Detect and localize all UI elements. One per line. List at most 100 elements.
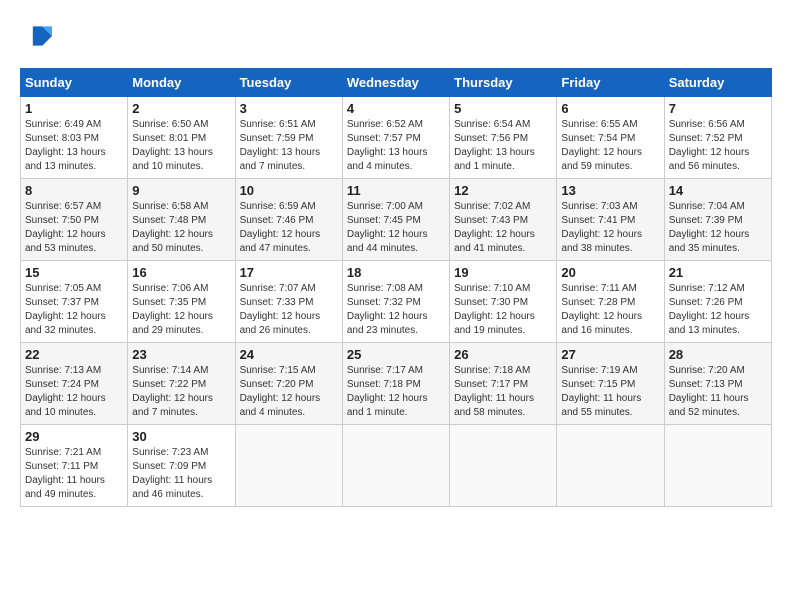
day-info: Sunrise: 7:11 AMSunset: 7:28 PMDaylight:… xyxy=(561,282,659,338)
day-info: Sunrise: 6:59 AMSunset: 7:46 PMDaylight:… xyxy=(240,200,338,256)
day-info: Sunrise: 7:02 AMSunset: 7:43 PMDaylight:… xyxy=(454,200,552,256)
table-row: 21 Sunrise: 7:12 AMSunset: 7:26 PMDaylig… xyxy=(664,261,771,343)
calendar-row-5: 29 Sunrise: 7:21 AMSunset: 7:11 PMDaylig… xyxy=(21,425,772,507)
day-number: 25 xyxy=(347,347,445,362)
day-info: Sunrise: 6:57 AMSunset: 7:50 PMDaylight:… xyxy=(25,200,123,256)
calendar-header-row: Sunday Monday Tuesday Wednesday Thursday… xyxy=(21,69,772,97)
table-row: 18 Sunrise: 7:08 AMSunset: 7:32 PMDaylig… xyxy=(342,261,449,343)
day-info: Sunrise: 7:20 AMSunset: 7:13 PMDaylight:… xyxy=(669,364,767,420)
day-number: 11 xyxy=(347,183,445,198)
day-info: Sunrise: 7:23 AMSunset: 7:09 PMDaylight:… xyxy=(132,446,230,502)
calendar-row-1: 1 Sunrise: 6:49 AMSunset: 8:03 PMDayligh… xyxy=(21,97,772,179)
table-row: 24 Sunrise: 7:15 AMSunset: 7:20 PMDaylig… xyxy=(235,343,342,425)
table-row: 15 Sunrise: 7:05 AMSunset: 7:37 PMDaylig… xyxy=(21,261,128,343)
table-row: 22 Sunrise: 7:13 AMSunset: 7:24 PMDaylig… xyxy=(21,343,128,425)
table-row: 30 Sunrise: 7:23 AMSunset: 7:09 PMDaylig… xyxy=(128,425,235,507)
day-info: Sunrise: 6:50 AMSunset: 8:01 PMDaylight:… xyxy=(132,118,230,174)
table-row xyxy=(235,425,342,507)
header-tuesday: Tuesday xyxy=(235,69,342,97)
day-info: Sunrise: 7:14 AMSunset: 7:22 PMDaylight:… xyxy=(132,364,230,420)
table-row: 1 Sunrise: 6:49 AMSunset: 8:03 PMDayligh… xyxy=(21,97,128,179)
header-monday: Monday xyxy=(128,69,235,97)
table-row: 20 Sunrise: 7:11 AMSunset: 7:28 PMDaylig… xyxy=(557,261,664,343)
table-row: 25 Sunrise: 7:17 AMSunset: 7:18 PMDaylig… xyxy=(342,343,449,425)
header-friday: Friday xyxy=(557,69,664,97)
day-number: 13 xyxy=(561,183,659,198)
day-number: 19 xyxy=(454,265,552,280)
day-number: 30 xyxy=(132,429,230,444)
table-row: 16 Sunrise: 7:06 AMSunset: 7:35 PMDaylig… xyxy=(128,261,235,343)
day-info: Sunrise: 7:04 AMSunset: 7:39 PMDaylight:… xyxy=(669,200,767,256)
table-row: 3 Sunrise: 6:51 AMSunset: 7:59 PMDayligh… xyxy=(235,97,342,179)
day-number: 29 xyxy=(25,429,123,444)
day-number: 4 xyxy=(347,101,445,116)
table-row: 6 Sunrise: 6:55 AMSunset: 7:54 PMDayligh… xyxy=(557,97,664,179)
day-info: Sunrise: 7:19 AMSunset: 7:15 PMDaylight:… xyxy=(561,364,659,420)
day-info: Sunrise: 7:10 AMSunset: 7:30 PMDaylight:… xyxy=(454,282,552,338)
day-number: 1 xyxy=(25,101,123,116)
day-info: Sunrise: 7:17 AMSunset: 7:18 PMDaylight:… xyxy=(347,364,445,420)
header-saturday: Saturday xyxy=(664,69,771,97)
day-info: Sunrise: 7:18 AMSunset: 7:17 PMDaylight:… xyxy=(454,364,552,420)
day-number: 27 xyxy=(561,347,659,362)
page-header xyxy=(20,20,772,52)
header-sunday: Sunday xyxy=(21,69,128,97)
day-number: 17 xyxy=(240,265,338,280)
table-row xyxy=(450,425,557,507)
day-number: 12 xyxy=(454,183,552,198)
table-row: 14 Sunrise: 7:04 AMSunset: 7:39 PMDaylig… xyxy=(664,179,771,261)
day-info: Sunrise: 6:55 AMSunset: 7:54 PMDaylight:… xyxy=(561,118,659,174)
day-number: 3 xyxy=(240,101,338,116)
day-info: Sunrise: 7:05 AMSunset: 7:37 PMDaylight:… xyxy=(25,282,123,338)
day-number: 10 xyxy=(240,183,338,198)
logo xyxy=(20,20,56,52)
day-number: 2 xyxy=(132,101,230,116)
day-info: Sunrise: 7:21 AMSunset: 7:11 PMDaylight:… xyxy=(25,446,123,502)
table-row: 4 Sunrise: 6:52 AMSunset: 7:57 PMDayligh… xyxy=(342,97,449,179)
day-number: 8 xyxy=(25,183,123,198)
table-row: 7 Sunrise: 6:56 AMSunset: 7:52 PMDayligh… xyxy=(664,97,771,179)
table-row: 9 Sunrise: 6:58 AMSunset: 7:48 PMDayligh… xyxy=(128,179,235,261)
day-info: Sunrise: 7:07 AMSunset: 7:33 PMDaylight:… xyxy=(240,282,338,338)
day-number: 20 xyxy=(561,265,659,280)
header-wednesday: Wednesday xyxy=(342,69,449,97)
table-row xyxy=(664,425,771,507)
day-number: 22 xyxy=(25,347,123,362)
table-row: 2 Sunrise: 6:50 AMSunset: 8:01 PMDayligh… xyxy=(128,97,235,179)
day-number: 21 xyxy=(669,265,767,280)
day-info: Sunrise: 7:13 AMSunset: 7:24 PMDaylight:… xyxy=(25,364,123,420)
table-row: 17 Sunrise: 7:07 AMSunset: 7:33 PMDaylig… xyxy=(235,261,342,343)
table-row: 12 Sunrise: 7:02 AMSunset: 7:43 PMDaylig… xyxy=(450,179,557,261)
table-row: 10 Sunrise: 6:59 AMSunset: 7:46 PMDaylig… xyxy=(235,179,342,261)
table-row: 5 Sunrise: 6:54 AMSunset: 7:56 PMDayligh… xyxy=(450,97,557,179)
table-row: 8 Sunrise: 6:57 AMSunset: 7:50 PMDayligh… xyxy=(21,179,128,261)
table-row: 29 Sunrise: 7:21 AMSunset: 7:11 PMDaylig… xyxy=(21,425,128,507)
day-info: Sunrise: 7:15 AMSunset: 7:20 PMDaylight:… xyxy=(240,364,338,420)
calendar-table: Sunday Monday Tuesday Wednesday Thursday… xyxy=(20,68,772,507)
day-info: Sunrise: 6:51 AMSunset: 7:59 PMDaylight:… xyxy=(240,118,338,174)
table-row: 26 Sunrise: 7:18 AMSunset: 7:17 PMDaylig… xyxy=(450,343,557,425)
table-row xyxy=(342,425,449,507)
day-number: 26 xyxy=(454,347,552,362)
day-info: Sunrise: 6:58 AMSunset: 7:48 PMDaylight:… xyxy=(132,200,230,256)
table-row xyxy=(557,425,664,507)
calendar-row-4: 22 Sunrise: 7:13 AMSunset: 7:24 PMDaylig… xyxy=(21,343,772,425)
header-thursday: Thursday xyxy=(450,69,557,97)
table-row: 13 Sunrise: 7:03 AMSunset: 7:41 PMDaylig… xyxy=(557,179,664,261)
day-info: Sunrise: 6:56 AMSunset: 7:52 PMDaylight:… xyxy=(669,118,767,174)
logo-icon xyxy=(20,20,52,52)
day-info: Sunrise: 7:08 AMSunset: 7:32 PMDaylight:… xyxy=(347,282,445,338)
day-number: 28 xyxy=(669,347,767,362)
day-number: 6 xyxy=(561,101,659,116)
table-row: 28 Sunrise: 7:20 AMSunset: 7:13 PMDaylig… xyxy=(664,343,771,425)
day-info: Sunrise: 6:49 AMSunset: 8:03 PMDaylight:… xyxy=(25,118,123,174)
day-info: Sunrise: 6:54 AMSunset: 7:56 PMDaylight:… xyxy=(454,118,552,174)
day-info: Sunrise: 7:03 AMSunset: 7:41 PMDaylight:… xyxy=(561,200,659,256)
calendar-row-3: 15 Sunrise: 7:05 AMSunset: 7:37 PMDaylig… xyxy=(21,261,772,343)
day-number: 15 xyxy=(25,265,123,280)
day-number: 23 xyxy=(132,347,230,362)
table-row: 23 Sunrise: 7:14 AMSunset: 7:22 PMDaylig… xyxy=(128,343,235,425)
table-row: 11 Sunrise: 7:00 AMSunset: 7:45 PMDaylig… xyxy=(342,179,449,261)
day-number: 14 xyxy=(669,183,767,198)
calendar-row-2: 8 Sunrise: 6:57 AMSunset: 7:50 PMDayligh… xyxy=(21,179,772,261)
